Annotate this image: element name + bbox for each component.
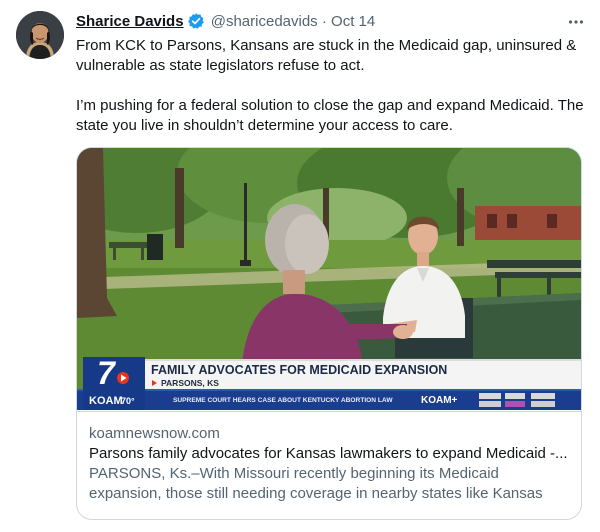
link-domain[interactable]: koamnewsnow.com — [89, 424, 569, 444]
tweet-header: Sharice Davids @sharicedavids · Oct 14 — [76, 12, 586, 32]
header-separator: · — [321, 13, 327, 30]
video-thumbnail[interactable]: 7 KOAM 70° FAMILY ADVOCATES FOR MEDICAID… — [77, 148, 581, 410]
link-description: PARSONS, Ks.–With Missouri recently begi… — [89, 465, 543, 502]
link-preview-text[interactable]: koamnewsnow.com Parsons family advocates… — [77, 411, 581, 519]
link-preview-card[interactable]: 7 KOAM 70° FAMILY ADVOCATES FOR MEDICAID… — [76, 147, 582, 520]
ticker-brand: KOAM+ — [421, 395, 458, 406]
tweet-paragraph: I’m pushing for a federal solution to cl… — [76, 97, 584, 134]
station-name: KOAM — [89, 395, 123, 407]
verified-badge-icon — [187, 12, 205, 30]
tweet-timestamp[interactable]: Oct 14 — [331, 13, 375, 30]
author-avatar[interactable] — [16, 11, 64, 59]
author-handle[interactable]: @sharicedavids — [211, 13, 318, 30]
station-number: 7 — [97, 355, 117, 391]
news-location: PARSONS, KS — [161, 378, 219, 388]
tweet-paragraph: From KCK to Parsons, Kansans are stuck i… — [76, 37, 577, 74]
tweet[interactable]: Sharice Davids @sharicedavids · Oct 14 F… — [0, 0, 600, 532]
avatar-image — [16, 11, 64, 59]
temperature-readout: 70° — [121, 396, 135, 406]
link-title[interactable]: Parsons family advocates for Kansas lawm… — [89, 444, 569, 464]
news-ticker: SUPREME COURT HEARS CASE ABOUT KENTUCKY … — [173, 397, 393, 404]
author-name[interactable]: Sharice Davids — [76, 13, 184, 30]
news-headline: FAMILY ADVOCATES FOR MEDICAID EXPANSION — [151, 363, 447, 377]
more-options-icon[interactable] — [566, 12, 586, 32]
tweet-text: From KCK to Parsons, Kansans are stuck i… — [76, 36, 586, 136]
